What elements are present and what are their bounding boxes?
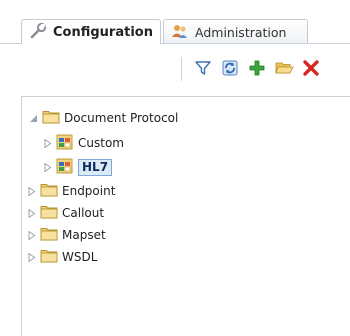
expand-toggle[interactable] — [26, 186, 36, 196]
expand-arrow-icon — [28, 230, 35, 240]
add-button[interactable] — [246, 58, 268, 80]
tree-node-label: Document Protocol — [64, 111, 179, 125]
filter-icon — [194, 59, 212, 80]
tree-node-document-protocol[interactable]: Document Protocol — [28, 108, 178, 128]
expand-arrow-icon — [28, 186, 35, 196]
tree-node-mapset[interactable]: Mapset — [26, 225, 106, 245]
tree-node-label: WSDL — [62, 250, 98, 264]
tree-node-label: Custom — [78, 136, 124, 150]
tree-node-label: HL7 — [78, 158, 113, 176]
expand-toggle[interactable] — [42, 162, 52, 172]
tab-configuration-label: Configuration — [53, 24, 153, 40]
protocol-icon — [56, 158, 74, 177]
expand-arrow-icon — [44, 138, 51, 148]
open-folder-icon — [274, 59, 294, 80]
expand-toggle[interactable] — [28, 113, 38, 123]
expand-arrow-icon — [28, 252, 35, 262]
refresh-icon — [221, 59, 239, 80]
wrench-icon — [29, 22, 47, 42]
plus-icon — [248, 59, 266, 80]
folder-icon — [40, 248, 58, 266]
tab-administration[interactable]: Administration — [163, 19, 308, 44]
toolbar-separator — [181, 57, 182, 81]
tree-node-label: Mapset — [62, 228, 106, 242]
delete-icon — [302, 59, 320, 80]
expand-toggle[interactable] — [42, 138, 52, 148]
folder-icon — [40, 182, 58, 200]
open-folder-button[interactable] — [273, 58, 295, 80]
expand-arrow-icon — [28, 208, 35, 218]
users-icon — [171, 23, 189, 42]
tree-node-callout[interactable]: Callout — [26, 203, 104, 223]
tab-administration-label: Administration — [195, 24, 287, 40]
delete-button[interactable] — [300, 58, 322, 80]
refresh-button[interactable] — [219, 58, 241, 80]
tree-node-custom[interactable]: Custom — [42, 133, 124, 153]
filter-button[interactable] — [192, 58, 214, 80]
tree-node-label: Callout — [62, 206, 105, 220]
protocol-icon — [56, 134, 74, 153]
tree-node-wsdl[interactable]: WSDL — [26, 247, 97, 267]
expand-arrow-icon — [44, 162, 51, 172]
expand-toggle[interactable] — [26, 208, 36, 218]
tree-panel: Document Protocol Custom HL7 Endpoint Ca… — [21, 96, 350, 336]
collapse-arrow-icon — [29, 114, 37, 122]
tree-node-endpoint[interactable]: Endpoint — [26, 181, 115, 201]
folder-icon — [40, 226, 58, 244]
folder-icon — [40, 204, 58, 222]
toolbar — [0, 52, 350, 86]
tab-strip: Configuration Administration — [0, 0, 350, 44]
tree-node-label: Endpoint — [62, 184, 116, 198]
tree-node-hl7[interactable]: HL7 — [42, 157, 113, 177]
folder-icon — [42, 109, 60, 127]
expand-toggle[interactable] — [26, 230, 36, 240]
expand-toggle[interactable] — [26, 252, 36, 262]
tab-configuration[interactable]: Configuration — [21, 19, 161, 44]
